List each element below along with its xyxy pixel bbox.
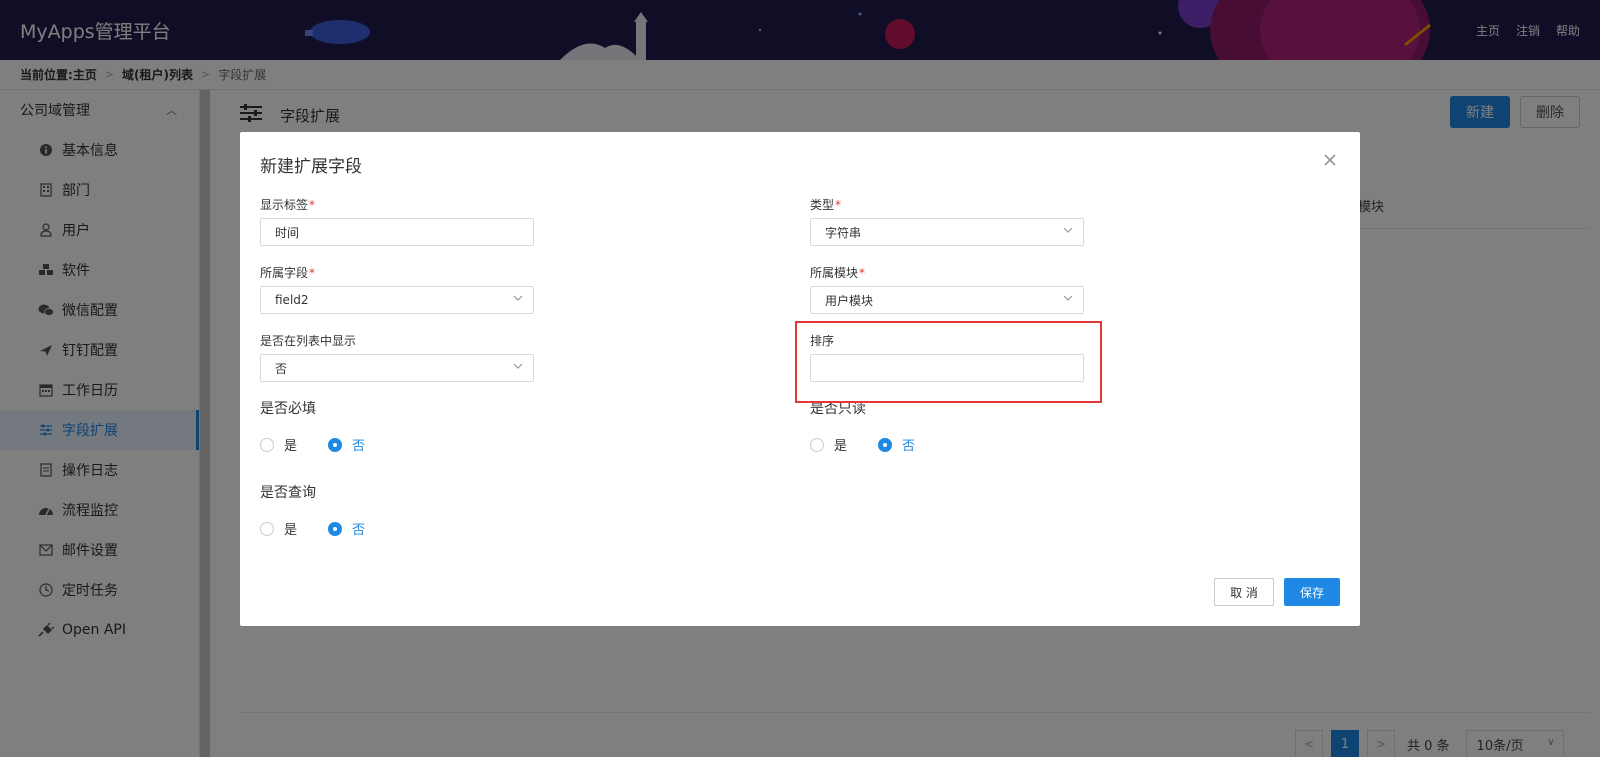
query-yes-radio[interactable]: 是 [260,519,297,538]
required-group-label: 是否必填 [260,401,316,417]
sort-input[interactable] [810,354,1084,382]
owner-field-select[interactable]: field2 [260,286,534,314]
radio-label: 是 [834,439,848,454]
display-label-input[interactable]: 时间 [260,218,534,246]
chevron-down-icon [513,363,523,369]
dialog-title: 新建扩展字段 [260,157,362,177]
radio-label: 否 [352,523,366,538]
radio-icon [260,437,274,452]
type-label: 类型 [810,198,835,212]
module-label: 所属模块 [810,266,859,280]
radio-label: 否 [352,439,366,454]
radio-selected-icon [878,437,892,452]
type-select[interactable]: 字符串 [810,218,1084,246]
radio-label: 是 [284,523,298,538]
owner-field-label: 所属字段 [260,266,309,280]
chevron-down-icon [513,295,523,301]
required-yes-radio[interactable]: 是 [260,435,297,454]
required-mark: * [835,198,842,212]
sort-field: 排序 [810,332,834,349]
show-in-list-label: 是否在列表中显示 [260,334,357,348]
radio-icon [260,521,274,536]
display-label-value: 时间 [275,225,300,240]
query-group-label: 是否查询 [260,485,316,501]
query-no-radio[interactable]: 否 [328,519,365,538]
radio-label: 是 [284,439,298,454]
close-icon[interactable] [1320,150,1340,170]
required-no-radio[interactable]: 否 [328,435,365,454]
required-mark: * [309,198,316,212]
display-label-label: 显示标签 [260,198,309,212]
sort-label: 排序 [810,334,835,348]
show-in-list-field: 是否在列表中显示 [260,332,356,349]
chevron-down-icon [1063,227,1073,233]
type-field: 类型* [810,196,841,213]
owner-field-field: 所属字段* [260,264,315,281]
chevron-down-icon [1063,295,1073,301]
module-value: 用户模块 [825,293,874,308]
show-in-list-select[interactable]: 否 [260,354,534,382]
readonly-group-label: 是否只读 [810,401,866,417]
radio-label: 否 [902,439,916,454]
required-mark: * [309,266,316,280]
cancel-button[interactable]: 取 消 [1214,578,1274,606]
module-field: 所属模块* [810,264,865,281]
type-value: 字符串 [825,225,862,240]
new-extension-field-dialog: 新建扩展字段 显示标签* 时间 类型* 字符串 所属字段* field2 所属模… [240,132,1360,626]
readonly-yes-radio[interactable]: 是 [810,435,847,454]
readonly-no-radio[interactable]: 否 [878,435,915,454]
owner-field-value: field2 [275,293,309,307]
show-in-list-value: 否 [275,361,288,376]
save-button[interactable]: 保存 [1284,578,1340,606]
module-select[interactable]: 用户模块 [810,286,1084,314]
radio-selected-icon [328,521,342,536]
radio-selected-icon [328,437,342,452]
required-mark: * [859,266,866,280]
display-label-field: 显示标签* [260,196,315,213]
radio-icon [810,437,824,452]
